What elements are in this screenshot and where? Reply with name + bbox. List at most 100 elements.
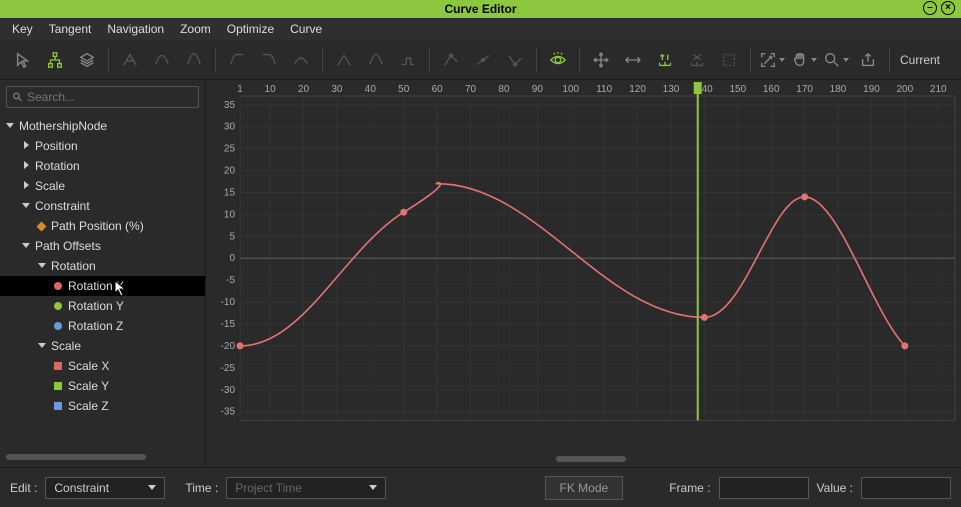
close-icon[interactable]: ×: [941, 1, 955, 15]
svg-text:-15: -15: [221, 319, 236, 330]
sidebar-scrollbar[interactable]: [6, 451, 199, 463]
export-icon[interactable]: [853, 45, 883, 75]
svg-text:110: 110: [596, 84, 612, 95]
tangent-clamped-icon[interactable]: [361, 45, 391, 75]
hierarchy-icon[interactable]: [40, 45, 70, 75]
tree-item-label: Rotation: [35, 159, 80, 173]
menu-navigation[interactable]: Navigation: [99, 18, 172, 40]
pan-tool-icon[interactable]: [789, 45, 819, 75]
layers-icon[interactable]: [72, 45, 102, 75]
edit-label: Edit :: [10, 481, 37, 495]
edit-mode-select[interactable]: Constraint: [45, 477, 165, 499]
tree-item-label: Position: [35, 139, 78, 153]
svg-text:10: 10: [265, 84, 277, 95]
tree-item[interactable]: Scale Y: [0, 376, 205, 396]
svg-text:170: 170: [796, 84, 813, 95]
svg-text:180: 180: [830, 84, 847, 95]
graph-scrollbar[interactable]: [236, 453, 931, 465]
menu-bar: KeyTangentNavigationZoomOptimizeCurve: [0, 18, 961, 40]
footer-bar: Edit : Constraint Time : Project Time FK…: [0, 467, 961, 507]
tree-item-label: Rotation Y: [68, 299, 124, 313]
visibility-icon[interactable]: [543, 45, 573, 75]
cursor-icon: [114, 280, 128, 298]
tree-item[interactable]: Rotation Z: [0, 316, 205, 336]
menu-tangent[interactable]: Tangent: [41, 18, 100, 40]
select-tool-icon[interactable]: [8, 45, 38, 75]
svg-text:30: 30: [224, 122, 236, 133]
move-tool-icon[interactable]: [586, 45, 616, 75]
tangent-free-icon[interactable]: [436, 45, 466, 75]
tangent-spline-icon[interactable]: [147, 45, 177, 75]
tree-item-label: Constraint: [35, 199, 90, 213]
graph-panel: 1102030405060708090100110120130140150160…: [206, 80, 961, 467]
minimize-icon[interactable]: –: [923, 1, 937, 15]
toolbar-mode-label[interactable]: Current: [900, 53, 940, 67]
title-bar: Curve Editor – ×: [0, 0, 961, 18]
tree-item[interactable]: Scale Z: [0, 396, 205, 416]
search-box[interactable]: [6, 86, 199, 108]
snap-icon[interactable]: [650, 45, 680, 75]
tree-item-label: Rotation: [51, 259, 96, 273]
tree-item[interactable]: Position: [0, 136, 205, 156]
menu-curve[interactable]: Curve: [282, 18, 330, 40]
zoom-tool-icon[interactable]: [821, 45, 851, 75]
tree-item[interactable]: Constraint: [0, 196, 205, 216]
tangent-flat-icon[interactable]: [222, 45, 252, 75]
svg-text:0: 0: [229, 253, 235, 264]
svg-text:-5: -5: [226, 275, 235, 286]
search-input[interactable]: [27, 90, 193, 104]
svg-text:40: 40: [365, 84, 377, 95]
menu-zoom[interactable]: Zoom: [172, 18, 219, 40]
tangent-linear-icon[interactable]: [179, 45, 209, 75]
scale-h-tool-icon[interactable]: [618, 45, 648, 75]
frame-input[interactable]: [719, 477, 809, 499]
window-title: Curve Editor: [444, 2, 516, 16]
frame-all-icon[interactable]: [757, 45, 787, 75]
tree-item[interactable]: Scale X: [0, 356, 205, 376]
graph-canvas[interactable]: 1102030405060708090100110120130140150160…: [206, 80, 961, 453]
tangent-auto-icon[interactable]: [115, 45, 145, 75]
svg-text:50: 50: [398, 84, 410, 95]
menu-key[interactable]: Key: [4, 18, 41, 40]
tangent-ease-in-icon[interactable]: [254, 45, 284, 75]
tree-root[interactable]: MothershipNode: [0, 116, 205, 136]
tangent-step-icon[interactable]: [286, 45, 316, 75]
svg-text:10: 10: [224, 209, 236, 220]
tangent-unified-icon[interactable]: [468, 45, 498, 75]
time-select[interactable]: Project Time: [226, 477, 386, 499]
svg-text:-35: -35: [221, 407, 236, 418]
tree-item[interactable]: Rotation Y: [0, 296, 205, 316]
region-icon[interactable]: [714, 45, 744, 75]
tree-item-label: Path Position (%): [51, 219, 144, 233]
svg-text:90: 90: [532, 84, 544, 95]
tree-item-label: Scale Y: [68, 379, 109, 393]
svg-text:30: 30: [331, 84, 343, 95]
svg-text:70: 70: [465, 84, 477, 95]
snap-off-icon[interactable]: [682, 45, 712, 75]
svg-text:80: 80: [498, 84, 510, 95]
tangent-weighted-icon[interactable]: [500, 45, 530, 75]
fk-mode-button[interactable]: FK Mode: [545, 476, 624, 500]
tangent-broken-icon[interactable]: [329, 45, 359, 75]
tree-item-label: Scale: [35, 179, 65, 193]
tree-item[interactable]: Rotation: [0, 256, 205, 276]
tree-item[interactable]: Path Position (%): [0, 216, 205, 236]
svg-text:20: 20: [224, 166, 236, 177]
svg-text:200: 200: [897, 84, 914, 95]
svg-text:60: 60: [432, 84, 444, 95]
outliner-tree[interactable]: MothershipNode Position Rotation Scale Const…: [0, 114, 205, 449]
tree-item[interactable]: Scale: [0, 336, 205, 356]
tree-item[interactable]: Scale: [0, 176, 205, 196]
svg-text:-25: -25: [221, 363, 236, 374]
svg-text:160: 160: [763, 84, 780, 95]
tree-item-label: Path Offsets: [35, 239, 101, 253]
tree-item[interactable]: Path Offsets: [0, 236, 205, 256]
tangent-stepped-icon[interactable]: [393, 45, 423, 75]
value-input[interactable]: [861, 477, 951, 499]
menu-optimize[interactable]: Optimize: [219, 18, 282, 40]
tree-item-label: Scale: [51, 339, 81, 353]
tree-item[interactable]: Rotation: [0, 156, 205, 176]
tree-item[interactable]: Rotation X: [0, 276, 205, 296]
tree-item-label: Scale X: [68, 359, 109, 373]
svg-text:210: 210: [930, 84, 947, 95]
